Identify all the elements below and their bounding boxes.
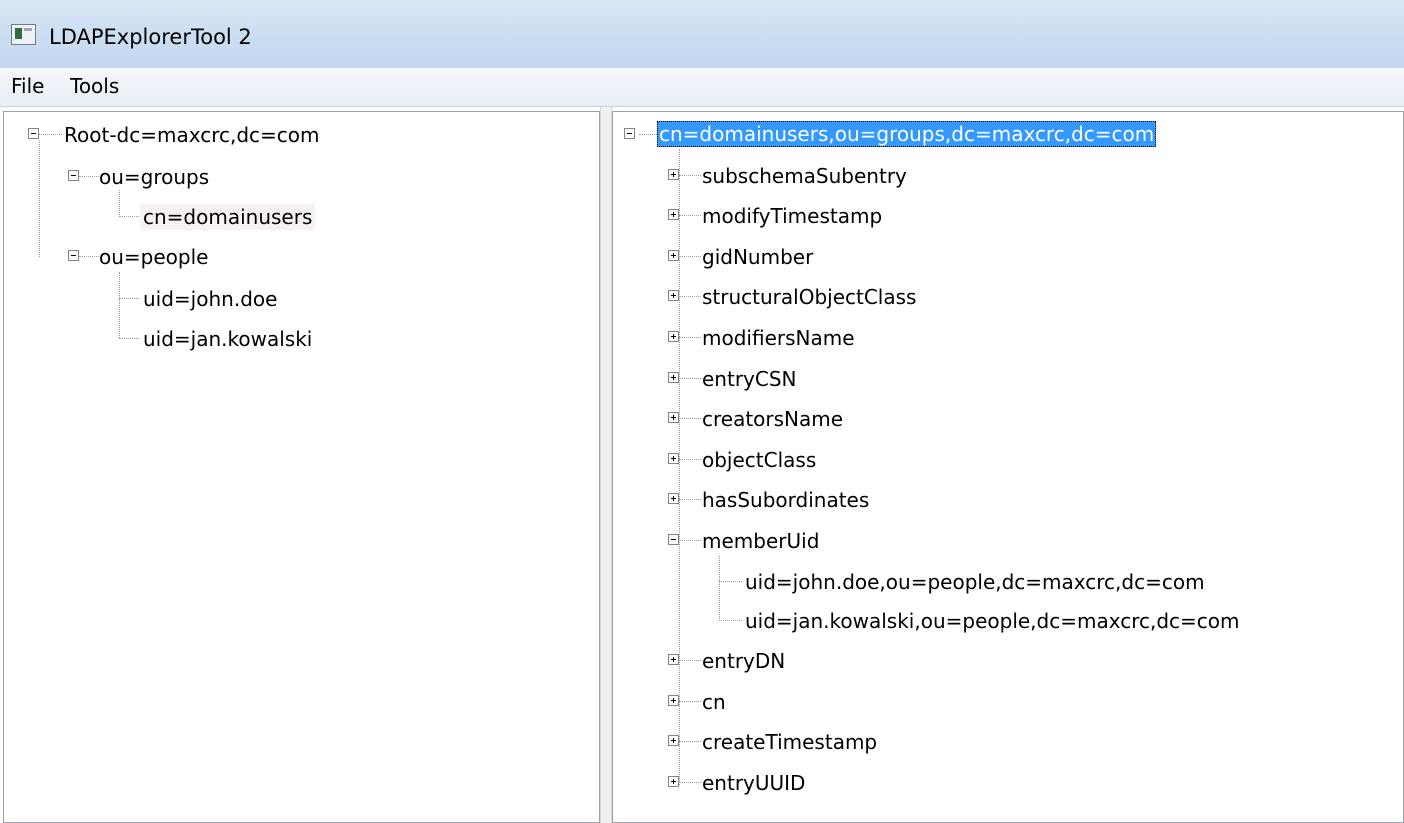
attribute-node[interactable]: gidNumber [699,244,816,270]
selected-entry[interactable]: cn=domainusers,ou=groups,dc=maxcrc,dc=co… [657,121,1157,147]
menu-tools[interactable]: Tools [68,76,121,96]
app-icon [11,24,36,45]
tree-line [679,499,701,500]
member-value[interactable]: uid=jan.kowalski,ou=people,dc=maxcrc,dc=… [742,608,1243,634]
attribute-node[interactable]: entryUUID [699,770,808,796]
expand-icon[interactable] [668,776,679,787]
expand-icon[interactable] [668,453,679,464]
attribute-node[interactable]: entryDN [699,648,788,674]
tree-line [679,540,701,541]
tree-node-domainusers[interactable]: cn=domainusers [140,204,316,230]
tree-line [719,556,720,619]
tree-line [679,175,701,176]
attribute-node[interactable]: cn [699,689,729,715]
expand-icon[interactable] [668,169,679,180]
expand-icon[interactable] [668,290,679,301]
attribute-node[interactable]: hasSubordinates [699,487,872,513]
expand-icon[interactable] [668,695,679,706]
collapse-icon[interactable] [68,250,79,261]
attribute-node[interactable]: modifyTimestamp [699,203,885,229]
tree-line [679,660,701,661]
tree-line [119,338,139,339]
attribute-node[interactable]: subschemaSubentry [699,163,910,189]
tree-line [679,296,701,297]
expand-icon[interactable] [668,493,679,504]
menu-file[interactable]: File [9,76,46,96]
tree-line [119,216,139,217]
attribute-node[interactable]: createTimestamp [699,729,880,755]
expand-icon[interactable] [668,372,679,383]
collapse-icon[interactable] [624,128,635,139]
expand-icon[interactable] [668,412,679,423]
panel-splitter[interactable] [600,107,612,823]
attribute-node[interactable]: structuralObjectClass [699,284,919,310]
tree-line [119,298,139,299]
expand-icon[interactable] [668,209,679,220]
tree-node-john[interactable]: uid=john.doe [140,286,280,312]
expand-icon[interactable] [668,735,679,746]
tree-line [679,418,701,419]
tree-line [719,620,742,621]
title-bar: LDAPExplorerTool 2 [0,0,1404,68]
tree-line [679,149,680,785]
collapse-icon[interactable] [68,170,79,181]
tree-line [679,215,701,216]
tree-line [119,190,120,217]
attribute-node[interactable]: creatorsName [699,406,846,432]
expand-icon[interactable] [668,250,679,261]
menu-bar [0,68,1404,107]
tree-line [679,741,701,742]
collapse-icon[interactable] [28,128,39,139]
window-title: LDAPExplorerTool 2 [49,25,252,49]
tree-node-people[interactable]: ou=people [96,244,211,270]
tree-node-groups[interactable]: ou=groups [96,164,212,190]
attribute-node[interactable]: modifiersName [699,325,858,351]
tree-line [679,378,701,379]
attribute-node[interactable]: memberUid [699,528,822,554]
tree-line [639,134,657,135]
tree-node-jan[interactable]: uid=jan.kowalski [140,326,315,352]
tree-line [679,701,701,702]
collapse-icon[interactable] [668,534,679,545]
tree-node-root[interactable]: Root-dc=maxcrc,dc=com [61,122,323,148]
expand-icon[interactable] [668,331,679,342]
attribute-node[interactable]: entryCSN [699,366,800,392]
tree-line [719,581,742,582]
expand-icon[interactable] [668,654,679,665]
tree-line [119,272,120,338]
tree-line [39,140,40,257]
tree-line [679,459,701,460]
attribute-node[interactable]: objectClass [699,447,819,473]
member-value[interactable]: uid=john.doe,ou=people,dc=maxcrc,dc=com [742,569,1208,595]
tree-line [679,256,701,257]
tree-line [39,134,62,135]
tree-line [679,337,701,338]
tree-line [679,782,701,783]
